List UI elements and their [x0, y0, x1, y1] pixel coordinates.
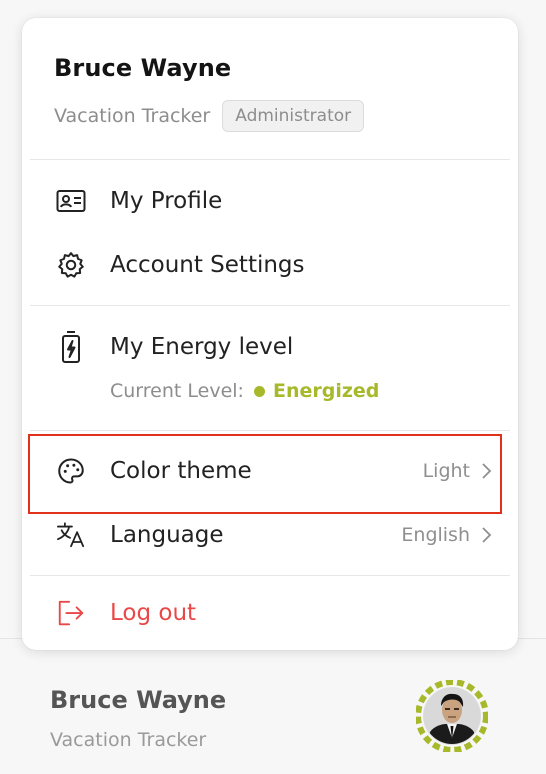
menu-item-label: Log out: [110, 600, 197, 626]
divider: [30, 575, 510, 576]
menu-item-energy-level[interactable]: My Energy level: [22, 320, 518, 374]
company-name: Vacation Tracker: [54, 105, 211, 127]
menu-item-color-theme[interactable]: Color theme Light: [22, 444, 518, 498]
menu-item-label: Language: [110, 522, 224, 548]
menu-item-my-profile[interactable]: My Profile: [22, 174, 518, 228]
footer-user-name: Bruce Wayne: [50, 686, 227, 714]
menu-item-account-settings[interactable]: Account Settings: [22, 238, 518, 292]
energy-status-dot: [253, 385, 265, 397]
chevron-right-icon: [482, 527, 492, 543]
logout-icon: [56, 598, 86, 628]
translate-icon: [56, 520, 86, 550]
palette-icon: [56, 456, 86, 486]
user-name: Bruce Wayne: [54, 54, 232, 82]
gear-icon: [56, 250, 86, 280]
color-theme-current: Light: [422, 460, 470, 482]
energy-current-value: Energized: [272, 380, 380, 402]
language-value: English: [401, 524, 492, 546]
menu-item-language[interactable]: Language English: [22, 508, 518, 562]
menu-item-label: My Profile: [110, 188, 223, 214]
battery-icon: [56, 331, 86, 363]
header-subline: Vacation Tracker Administrator: [54, 100, 498, 132]
menu-header: Bruce Wayne Vacation Tracker Administrat…: [54, 54, 498, 132]
menu-item-log-out[interactable]: Log out: [22, 586, 518, 640]
divider: [30, 159, 510, 160]
color-theme-value: Light: [423, 460, 492, 482]
role-badge: Administrator: [222, 100, 365, 132]
chevron-right-icon: [482, 463, 492, 479]
avatar[interactable]: [415, 679, 489, 753]
footer-company-name: Vacation Tracker: [50, 729, 207, 751]
energy-current-label: Current Level:: [110, 380, 244, 402]
menu-item-label: Color theme: [110, 458, 252, 484]
user-menu-dropdown: Bruce Wayne Vacation Tracker Administrat…: [22, 18, 518, 650]
energy-current-level: Current Level: Energized: [110, 380, 379, 402]
language-current: English: [401, 524, 470, 546]
menu-item-label: Account Settings: [110, 252, 305, 278]
id-card-icon: [56, 186, 86, 216]
divider: [30, 430, 510, 431]
menu-item-label: My Energy level: [110, 334, 294, 360]
divider: [30, 305, 510, 306]
